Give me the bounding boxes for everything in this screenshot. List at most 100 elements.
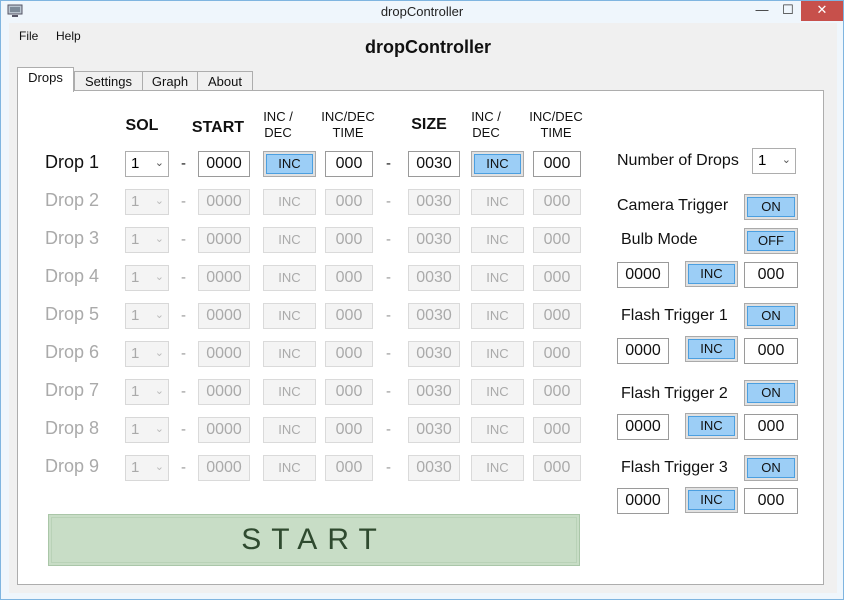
drop-1-sol-select[interactable]: 1 ⌄ — [125, 151, 169, 177]
number-of-drops-select[interactable]: 1 ⌄ — [752, 148, 796, 174]
tab-settings[interactable]: Settings — [74, 71, 143, 91]
flash-trigger-1-toggle[interactable]: ON — [744, 303, 798, 329]
flash3-time-field[interactable]: 000 — [744, 488, 798, 514]
drop-2-size-inc-button[interactable]: INC — [471, 189, 524, 215]
drop-3-time-field[interactable]: 000 — [325, 227, 373, 253]
drop-5-size-inc-button[interactable]: INC — [471, 303, 524, 329]
drop-7-sol-select[interactable]: 1 ⌄ — [125, 379, 169, 405]
drop-2-size-time-field[interactable]: 000 — [533, 189, 581, 215]
flash2-time-field[interactable]: 000 — [744, 414, 798, 440]
flash-trigger-2-label: Flash Trigger 2 — [621, 385, 728, 402]
tab-about[interactable]: About — [197, 71, 253, 91]
title-bar[interactable]: dropController — ☐ ✕ — [1, 1, 843, 23]
bulb-inc-button[interactable]: INC — [685, 261, 738, 287]
drop-1-time-field[interactable]: 000 — [325, 151, 373, 177]
bulb-start-field[interactable]: 0000 — [617, 262, 669, 288]
drop-6-inc-button[interactable]: INC — [263, 341, 316, 367]
drop-3-inc-button[interactable]: INC — [263, 227, 316, 253]
tab-drops[interactable]: Drops — [17, 67, 74, 92]
drop-5-inc-button[interactable]: INC — [263, 303, 316, 329]
drop-4-start-field[interactable]: 0000 — [198, 265, 250, 291]
drop-8-sol-select[interactable]: 1 ⌄ — [125, 417, 169, 443]
drop-7-time-field[interactable]: 000 — [325, 379, 373, 405]
start-button[interactable]: START — [48, 514, 580, 566]
drop-7-size-field[interactable]: 0030 — [408, 379, 460, 405]
flash1-start-field[interactable]: 0000 — [617, 338, 669, 364]
flash1-time-field[interactable]: 000 — [744, 338, 798, 364]
drop-7-size-time-field[interactable]: 000 — [533, 379, 581, 405]
bulb-time-field[interactable]: 000 — [744, 262, 798, 288]
drop-3-size-field[interactable]: 0030 — [408, 227, 460, 253]
drop-8-inc-button[interactable]: INC — [263, 417, 316, 443]
drop-8-start-field[interactable]: 0000 — [198, 417, 250, 443]
drop-9-start-field[interactable]: 0000 — [198, 455, 250, 481]
drop-4-size-inc-button[interactable]: INC — [471, 265, 524, 291]
drop-4-sol-select[interactable]: 1 ⌄ — [125, 265, 169, 291]
drop-4-time-field[interactable]: 000 — [325, 265, 373, 291]
drop-6-sol-value: 1 — [131, 345, 140, 362]
drop-2-start-field[interactable]: 0000 — [198, 189, 250, 215]
drop-5-size-field[interactable]: 0030 — [408, 303, 460, 329]
camera-trigger-label: Camera Trigger — [617, 197, 729, 214]
flash3-inc-button[interactable]: INC — [685, 487, 738, 513]
drop-9-size-field[interactable]: 0030 — [408, 455, 460, 481]
flash-trigger-3-toggle[interactable]: ON — [744, 455, 798, 481]
bulb-mode-toggle[interactable]: OFF — [744, 228, 798, 254]
camera-trigger-toggle[interactable]: ON — [744, 194, 798, 220]
drop-5-size-time-field[interactable]: 000 — [533, 303, 581, 329]
drop-1-size-time-field[interactable]: 000 — [533, 151, 581, 177]
flash2-start-field[interactable]: 0000 — [617, 414, 669, 440]
drop-6-dash-1: - — [181, 345, 186, 362]
drop-4-size-field[interactable]: 0030 — [408, 265, 460, 291]
drop-8-size-field[interactable]: 0030 — [408, 417, 460, 443]
maximize-button[interactable]: ☐ — [775, 1, 801, 21]
drop-3-size-time-field[interactable]: 000 — [533, 227, 581, 253]
drop-2-inc-button[interactable]: INC — [263, 189, 316, 215]
drop-6-sol-select[interactable]: 1 ⌄ — [125, 341, 169, 367]
drop-9-size-time-field[interactable]: 000 — [533, 455, 581, 481]
drop-5-time-field[interactable]: 000 — [325, 303, 373, 329]
drop-8-time-field[interactable]: 000 — [325, 417, 373, 443]
drop-3-start-field[interactable]: 0000 — [198, 227, 250, 253]
drop-3-size-inc-button[interactable]: INC — [471, 227, 524, 253]
drop-6-size-inc-button[interactable]: INC — [471, 341, 524, 367]
drop-2-time-field[interactable]: 000 — [325, 189, 373, 215]
minimize-button[interactable]: — — [749, 1, 775, 21]
drop-9-time-field[interactable]: 000 — [325, 455, 373, 481]
drop-5-sol-select[interactable]: 1 ⌄ — [125, 303, 169, 329]
drop-3-sol-select[interactable]: 1 ⌄ — [125, 227, 169, 253]
drop-4-inc-button[interactable]: INC — [263, 265, 316, 291]
drop-6-time-field[interactable]: 000 — [325, 341, 373, 367]
chevron-down-icon: ⌄ — [781, 154, 791, 166]
number-of-drops-value: 1 — [758, 152, 767, 169]
drop-9-sol-select[interactable]: 1 ⌄ — [125, 455, 169, 481]
drop-8-size-inc-button[interactable]: INC — [471, 417, 524, 443]
flash-trigger-2-toggle[interactable]: ON — [744, 380, 798, 406]
drop-1-size-field[interactable]: 0030 — [408, 151, 460, 177]
tab-graph[interactable]: Graph — [142, 71, 198, 91]
app-window: dropController — ☐ ✕ File Help dropContr… — [0, 0, 844, 600]
drop-4-inc-label: INC — [278, 270, 301, 285]
close-button[interactable]: ✕ — [801, 1, 843, 21]
drop-6-start-field[interactable]: 0000 — [198, 341, 250, 367]
drop-4-size-time-field[interactable]: 000 — [533, 265, 581, 291]
drop-6-size-field[interactable]: 0030 — [408, 341, 460, 367]
flash1-inc-button[interactable]: INC — [685, 336, 738, 362]
drop-7-size-inc-button[interactable]: INC — [471, 379, 524, 405]
drop-1-inc-button[interactable]: INC — [263, 151, 316, 177]
drop-9-size-inc-button[interactable]: INC — [471, 455, 524, 481]
flash2-inc-button[interactable]: INC — [685, 413, 738, 439]
drop-9-inc-button[interactable]: INC — [263, 455, 316, 481]
drop-9-dash-1: - — [181, 459, 186, 476]
drop-8-size-time-field[interactable]: 000 — [533, 417, 581, 443]
drop-2-size-field[interactable]: 0030 — [408, 189, 460, 215]
drop-7-inc-button[interactable]: INC — [263, 379, 316, 405]
drop-7-start-field[interactable]: 0000 — [198, 379, 250, 405]
flash3-start-field[interactable]: 0000 — [617, 488, 669, 514]
drop-4-label: Drop 4 — [45, 266, 100, 286]
drop-1-size-inc-button[interactable]: INC — [471, 151, 524, 177]
drop-1-start-field[interactable]: 0000 — [198, 151, 250, 177]
drop-5-start-field[interactable]: 0000 — [198, 303, 250, 329]
drop-2-sol-select[interactable]: 1 ⌄ — [125, 189, 169, 215]
drop-6-size-time-field[interactable]: 000 — [533, 341, 581, 367]
